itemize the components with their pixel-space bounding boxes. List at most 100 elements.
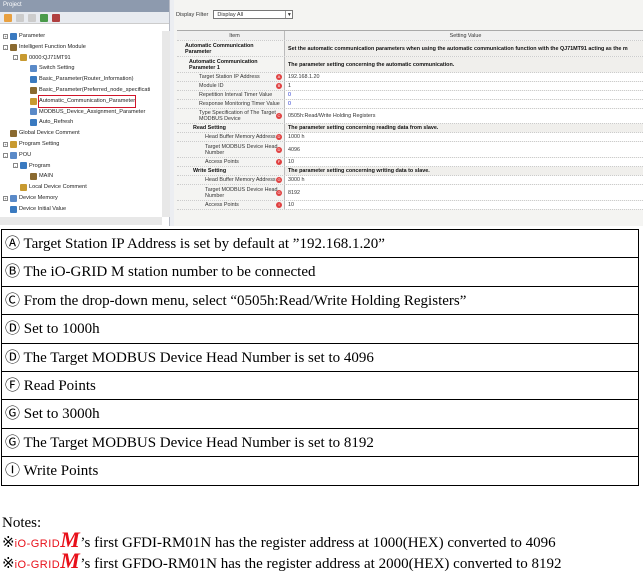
grid-item-label: Module ID bbox=[199, 83, 224, 89]
horizontal-scrollbar[interactable] bbox=[0, 217, 162, 225]
grid-item-label: Target Station IP Address bbox=[199, 74, 260, 80]
tree-node-label: Parameter bbox=[19, 33, 46, 39]
grid-value[interactable]: 10 bbox=[284, 201, 643, 209]
note-text: ’s first GFDI-RM01N has the register add… bbox=[80, 535, 556, 551]
software-screenshot: Project + Parameter - Intelligent Function … bbox=[0, 0, 643, 226]
expand-toggle-icon[interactable]: - bbox=[13, 55, 18, 61]
grid-value[interactable]: 4096 bbox=[284, 142, 643, 157]
expand-toggle-icon[interactable]: - bbox=[3, 44, 8, 50]
grid-row[interactable]: Target MODBUS Device Head Number D 4096 bbox=[177, 142, 643, 158]
number-icon[interactable] bbox=[40, 14, 48, 22]
grid-value[interactable]: 192.168.1.20 bbox=[284, 73, 643, 81]
grid-item-label: Head Buffer Memory Address bbox=[205, 177, 276, 183]
explanation-table: Ⓐ Target Station IP Address is set by de… bbox=[1, 229, 639, 486]
tree-node[interactable]: + Program Setting bbox=[0, 139, 162, 150]
tree-node[interactable]: MAIN bbox=[0, 171, 162, 182]
grid-row[interactable]: Type Specification of The Target MODBUS … bbox=[177, 109, 643, 124]
grid-row[interactable]: Repetition Interval Timer Value 0 bbox=[177, 91, 643, 100]
vertical-scrollbar[interactable] bbox=[162, 31, 170, 217]
display-filter-select[interactable]: Display All ▼ bbox=[213, 10, 294, 19]
grid-item-label: Type Specification of The Target MODBUS … bbox=[199, 110, 276, 122]
grid-row[interactable]: Automatic Communication Parameter 1 The p… bbox=[177, 57, 643, 73]
tree-node-icon bbox=[30, 119, 37, 127]
grid-value[interactable]: 0 bbox=[284, 100, 643, 108]
tree-node[interactable]: Automatic_Communication_Parameter bbox=[0, 94, 162, 108]
expand-toggle-icon[interactable]: + bbox=[3, 195, 8, 201]
notes: Notes: ※iO-GRIDM’s first GFDI-RM01N has … bbox=[2, 513, 561, 575]
grid-row[interactable]: Target MODBUS Device Head Number G 8192 bbox=[177, 185, 643, 201]
parameter-pane: Display Filter Display All ▼ Item Setting… bbox=[174, 0, 643, 226]
marker-icon: I bbox=[276, 202, 282, 208]
new-icon[interactable] bbox=[4, 14, 12, 22]
tree-node[interactable]: Basic_Parameter(Preferred_node_specifica… bbox=[0, 85, 162, 96]
grid-row[interactable]: Access Points I 10 bbox=[177, 201, 643, 210]
paste-icon[interactable] bbox=[28, 14, 36, 22]
tree-node[interactable]: MODBUS_Device_Assignment_Parameter bbox=[0, 107, 162, 118]
tree-node[interactable]: - 0000:QJ71MT91 bbox=[0, 53, 162, 64]
tree-node[interactable]: + Parameter bbox=[0, 31, 162, 42]
grid-value[interactable]: 10 bbox=[284, 158, 643, 166]
grid-item-label: Access Points bbox=[205, 202, 239, 208]
grid-row[interactable]: Head Buffer Memory Address D 1000 h bbox=[177, 133, 643, 142]
grid-row[interactable]: Access Points F 10 bbox=[177, 158, 643, 167]
grid-item: Head Buffer Memory Address D bbox=[177, 133, 284, 141]
grid-row[interactable]: Read Setting The parameter setting concer… bbox=[177, 124, 643, 133]
marker-icon: D bbox=[276, 134, 282, 140]
grid-value: The parameter setting concerning the aut… bbox=[284, 57, 643, 72]
tree-node-icon bbox=[10, 130, 17, 138]
grid-item: Write Setting bbox=[177, 167, 284, 175]
logo-text: iO-GRID bbox=[14, 559, 61, 571]
copy-icon[interactable] bbox=[16, 14, 24, 22]
expand-toggle-icon[interactable]: + bbox=[3, 33, 8, 39]
tree-node-label: MODBUS_Device_Assignment_Parameter bbox=[39, 108, 146, 115]
tree-node[interactable]: Basic_Parameter(Router_Information) bbox=[0, 74, 162, 85]
grid-value[interactable]: 0505h:Read/Write Holding Registers bbox=[284, 109, 643, 123]
notes-title: Notes: bbox=[2, 515, 42, 531]
explanation-line: Ⓕ Read Points bbox=[2, 372, 638, 401]
tree-node[interactable]: Switch Setting bbox=[0, 63, 162, 74]
tree-node-label: Program bbox=[29, 162, 51, 169]
tree-node[interactable]: Global Device Comment bbox=[0, 128, 162, 139]
properties-icon[interactable] bbox=[52, 14, 60, 22]
tree-node[interactable]: - POU bbox=[0, 150, 162, 161]
grid-item: Target MODBUS Device Head Number G bbox=[177, 185, 284, 200]
grid-row[interactable]: Target Station IP Address A 192.168.1.20 bbox=[177, 73, 643, 82]
expand-toggle-icon[interactable]: - bbox=[3, 152, 8, 158]
marker-icon: G bbox=[276, 189, 282, 196]
grid-row[interactable]: Head Buffer Memory Address G 3000 h bbox=[177, 176, 643, 185]
marker-icon: C bbox=[276, 113, 282, 119]
grid-item-label: Write Setting bbox=[193, 168, 227, 174]
chevron-down-icon[interactable]: ▼ bbox=[285, 11, 292, 18]
explanation-line: Ⓐ Target Station IP Address is set by de… bbox=[2, 230, 638, 259]
logo-m: M bbox=[60, 548, 81, 573]
tree-node-icon bbox=[20, 184, 27, 192]
tree-node[interactable]: - Intelligent Function Module bbox=[0, 42, 162, 53]
tree-node[interactable]: + Device Memory bbox=[0, 193, 162, 204]
tree-node[interactable]: Local Device Comment bbox=[0, 182, 162, 193]
grid-value[interactable]: 3000 h bbox=[284, 176, 643, 184]
grid-item-label: Automatic Communication Parameter bbox=[185, 42, 254, 55]
tree-node-icon bbox=[10, 151, 17, 159]
tree-node-label: MAIN bbox=[39, 173, 53, 180]
grid-row[interactable]: Module ID B 1 bbox=[177, 82, 643, 91]
grid-row[interactable]: Write Setting The parameter setting conce… bbox=[177, 167, 643, 176]
display-filter: Display Filter Display All ▼ bbox=[176, 10, 294, 19]
explanation-line: Ⓓ The Target MODBUS Device Head Number i… bbox=[2, 344, 638, 372]
io-grid-m-logo: iO-GRIDM bbox=[14, 550, 81, 572]
grid-item: Head Buffer Memory Address G bbox=[177, 176, 284, 184]
expand-toggle-icon[interactable]: + bbox=[3, 141, 8, 147]
grid-value: Set the automatic communication paramete… bbox=[284, 41, 643, 56]
tree-node-label: Device Memory bbox=[19, 194, 58, 201]
grid-row[interactable]: Automatic Communication Parameter Set the… bbox=[177, 41, 643, 57]
tree-node[interactable]: Device Initial Value bbox=[0, 204, 162, 215]
grid-value[interactable]: 1000 h bbox=[284, 133, 643, 141]
tree-node-icon bbox=[20, 162, 27, 170]
grid-value[interactable]: 8192 bbox=[284, 185, 643, 200]
tree-node[interactable]: - Program bbox=[0, 161, 162, 172]
grid-row[interactable]: Response Monitoring Timer Value 0 bbox=[177, 100, 643, 109]
expand-toggle-icon[interactable]: - bbox=[13, 163, 18, 169]
grid-item-label: Automatic Communication Parameter 1 bbox=[189, 58, 258, 71]
tree-node[interactable]: Auto_Refresh bbox=[0, 117, 162, 128]
grid-value[interactable]: 0 bbox=[284, 91, 643, 99]
grid-value[interactable]: 1 bbox=[284, 82, 643, 90]
